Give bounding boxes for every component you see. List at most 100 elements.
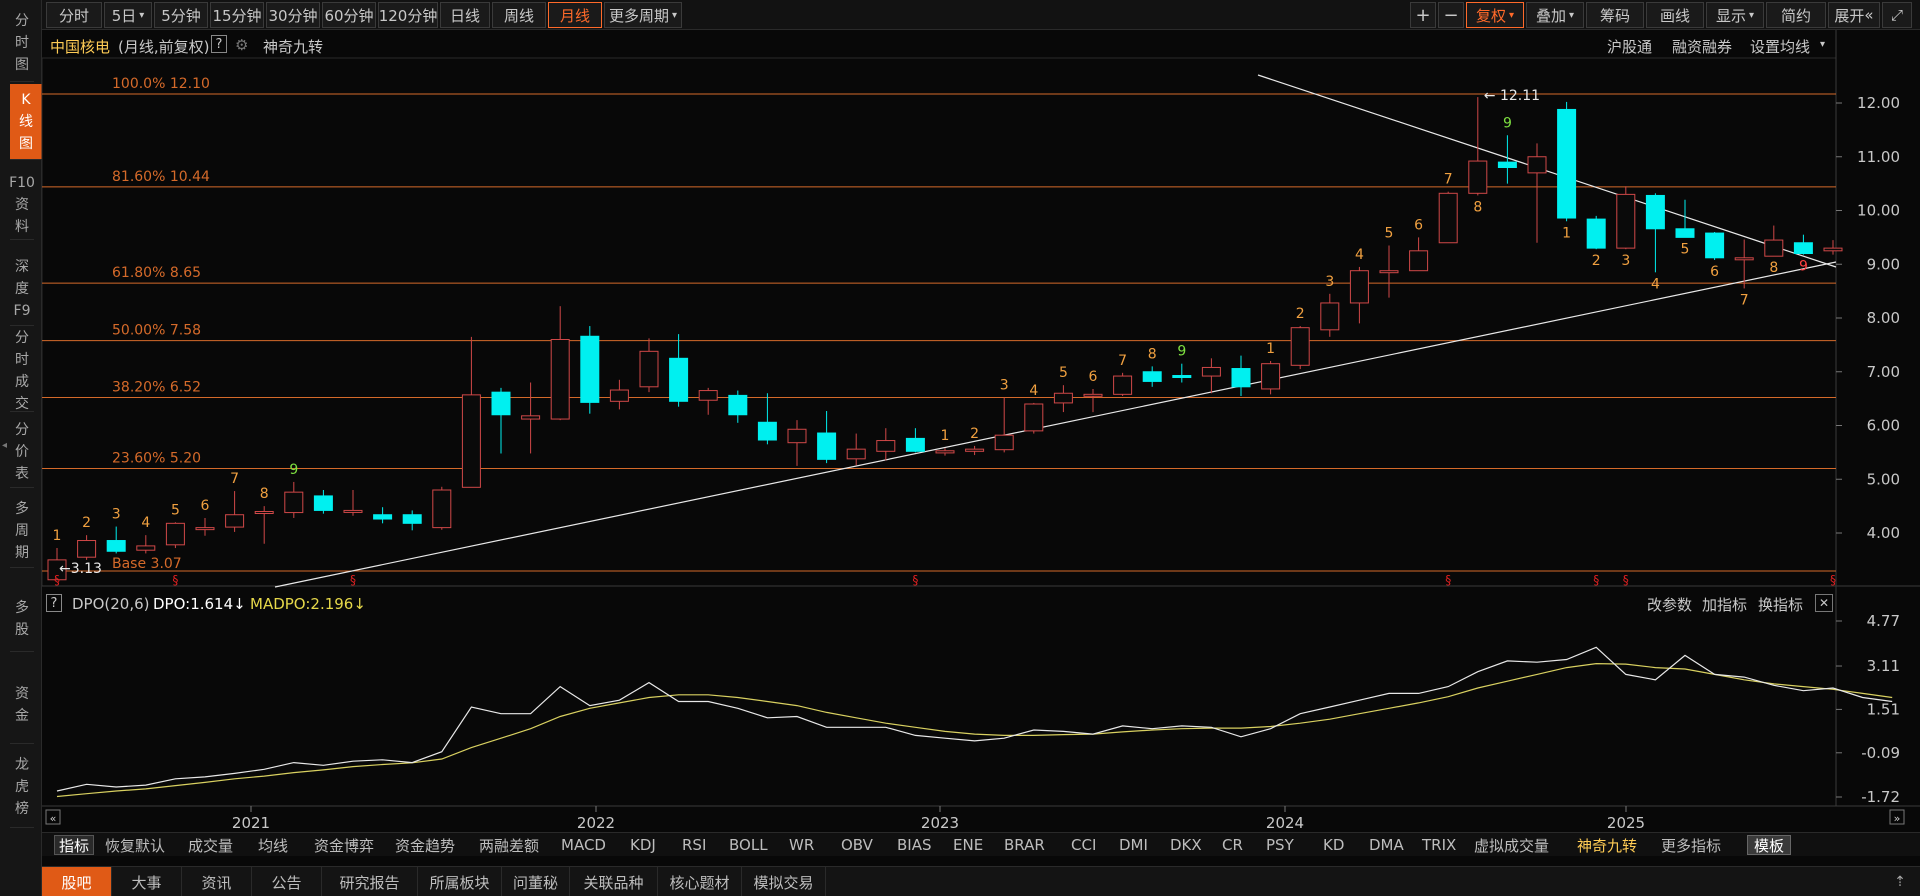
candle-body xyxy=(639,350,659,388)
candle-body xyxy=(1231,368,1251,388)
signal-s-marker: § xyxy=(1593,573,1599,587)
candle-body xyxy=(1053,392,1073,404)
candle-body xyxy=(1764,239,1784,257)
candle-body xyxy=(284,491,304,514)
indicator-tab-9[interactable]: RSI xyxy=(682,835,706,855)
indicator-tab-5[interactable]: 资金趋势 xyxy=(395,835,455,855)
edit-params-button[interactable]: 改参数 xyxy=(1647,594,1692,615)
candle-body xyxy=(965,448,985,452)
indicator-tab-24[interactable]: 虚拟成交量 xyxy=(1474,835,1549,855)
indicator-tab-13[interactable]: BIAS xyxy=(897,835,932,855)
indicator-tab-25[interactable]: 神奇九转 xyxy=(1577,835,1637,855)
xtick-label: 2025 xyxy=(1607,814,1645,832)
fib-label-0: 100.0% 12.10 xyxy=(112,76,210,92)
indicator-tab-15[interactable]: BRAR xyxy=(1004,835,1045,855)
down-arrow-icon: ↓ xyxy=(353,595,366,613)
indicator-tab-21[interactable]: KD xyxy=(1323,835,1344,855)
candle-body xyxy=(343,509,363,513)
indicator-tab-11[interactable]: WR xyxy=(789,835,814,855)
news-tab-3[interactable]: 公告 xyxy=(252,867,322,896)
indicator-tab-0[interactable]: 指标 xyxy=(54,835,95,855)
indicator-tab-19[interactable]: CR xyxy=(1222,835,1243,855)
nine-turn-label: 8 xyxy=(1769,260,1778,276)
signal-s-marker: § xyxy=(1830,573,1836,587)
candle-body xyxy=(373,514,393,520)
nine-turn-label: 4 xyxy=(1355,247,1364,263)
indicator-tab-1[interactable]: 恢复默认 xyxy=(105,835,165,855)
scroll-top-icon[interactable]: ⇡ xyxy=(1880,867,1920,896)
news-tab-0[interactable]: 股吧 xyxy=(42,867,112,896)
candle-body xyxy=(728,394,748,416)
indicator-tab-4[interactable]: 资金博弈 xyxy=(314,835,374,855)
chart-grid xyxy=(41,30,1920,807)
add-indicator-button[interactable]: 加指标 xyxy=(1702,594,1747,615)
dpo-help-icon[interactable]: ? xyxy=(46,594,62,612)
ytick-label: 8.00 xyxy=(1867,309,1900,327)
kline-chart[interactable]: 100.0% 12.10 81.60% 10.44 61.80% 8.65 50.00… xyxy=(0,0,1920,832)
news-tab-2[interactable]: 资讯 xyxy=(182,867,252,896)
candle-body xyxy=(1290,327,1310,366)
indicator-tab-12[interactable]: OBV xyxy=(841,835,873,855)
close-icon[interactable]: ✕ xyxy=(1815,594,1833,612)
nine-turn-label: 6 xyxy=(1414,217,1423,233)
indicator-tab-10[interactable]: BOLL xyxy=(729,835,768,855)
news-tab-1[interactable]: 大事 xyxy=(112,867,182,896)
switch-indicator-button[interactable]: 换指标 xyxy=(1758,594,1803,615)
news-tab-7[interactable]: 关联品种 xyxy=(570,867,658,896)
candle-body xyxy=(1823,247,1843,252)
nine-turn-label: 1 xyxy=(941,428,950,444)
candle-body xyxy=(77,540,97,558)
indicator-tab-16[interactable]: CCI xyxy=(1071,835,1096,855)
indicator-tab-7[interactable]: MACD xyxy=(561,835,606,855)
candle-body xyxy=(165,522,185,546)
indicator-tab-6[interactable]: 两融差额 xyxy=(479,835,539,855)
news-tab-4[interactable]: 研究报告 xyxy=(322,867,418,896)
indicator-tab-8[interactable]: KDJ xyxy=(630,835,656,855)
indicator-tab-14[interactable]: ENE xyxy=(953,835,983,855)
candle-body xyxy=(432,489,452,529)
signal-s-marker: § xyxy=(54,573,60,587)
indicator-tab-17[interactable]: DMI xyxy=(1119,835,1148,855)
nine-turn-label: 5 xyxy=(171,502,180,518)
indicator-tab-18[interactable]: DKX xyxy=(1170,835,1202,855)
nine-turn-label: 3 xyxy=(1621,253,1630,269)
resistance-trendline xyxy=(1257,74,1837,268)
fib-label-4: 38.20% 6.52 xyxy=(112,380,201,396)
indicator-tab-23[interactable]: TRIX xyxy=(1422,835,1456,855)
news-tab-6[interactable]: 问董秘 xyxy=(502,867,570,896)
indicator-tab-22[interactable]: DMA xyxy=(1369,835,1404,855)
indicator-tab-27[interactable]: 模板 xyxy=(1747,835,1792,855)
nine-turn-label: 4 xyxy=(1029,383,1038,399)
indicator-tab-3[interactable]: 均线 xyxy=(258,835,288,855)
xtick-label: 2024 xyxy=(1266,814,1304,832)
dpo-ytick-label: 4.77 xyxy=(1867,612,1900,630)
indicator-tab-2[interactable]: 成交量 xyxy=(188,835,233,855)
dpo-value: DPO:1.614↓ xyxy=(153,595,246,613)
ytick-label: 6.00 xyxy=(1867,417,1900,435)
candle-body xyxy=(106,540,126,552)
candle-body xyxy=(550,339,570,420)
indicator-tab-20[interactable]: PSY xyxy=(1266,835,1294,855)
nine-turn-label: 8 xyxy=(1148,346,1157,362)
trend-lines xyxy=(274,74,1837,588)
nine-turn-label: 6 xyxy=(1710,264,1719,280)
news-tab-9[interactable]: 模拟交易 xyxy=(742,867,826,896)
news-tab-8[interactable]: 核心题材 xyxy=(658,867,742,896)
dpo-value-text: DPO:1.614 xyxy=(153,595,234,613)
candle-body xyxy=(1409,250,1429,272)
indicator-tab-26[interactable]: 更多指标 xyxy=(1661,835,1721,855)
nine-turn-label: 2 xyxy=(1296,306,1305,322)
candle-body xyxy=(994,434,1014,451)
candle-body xyxy=(669,357,689,402)
news-tab-5[interactable]: 所属板块 xyxy=(418,867,502,896)
nine-turn-label: 9 xyxy=(289,462,298,478)
dpo-ytick-label: 1.51 xyxy=(1867,700,1900,718)
candle-body xyxy=(1497,161,1517,168)
candle-body xyxy=(1142,371,1162,382)
nine-turn-label: 2 xyxy=(1592,253,1601,269)
dpo-ytick-label: 3.11 xyxy=(1867,657,1900,675)
nine-turn-label: 5 xyxy=(1385,225,1394,241)
candle-body xyxy=(1379,270,1399,274)
nine-turn-label: 7 xyxy=(230,471,239,487)
candle-body xyxy=(817,432,837,460)
